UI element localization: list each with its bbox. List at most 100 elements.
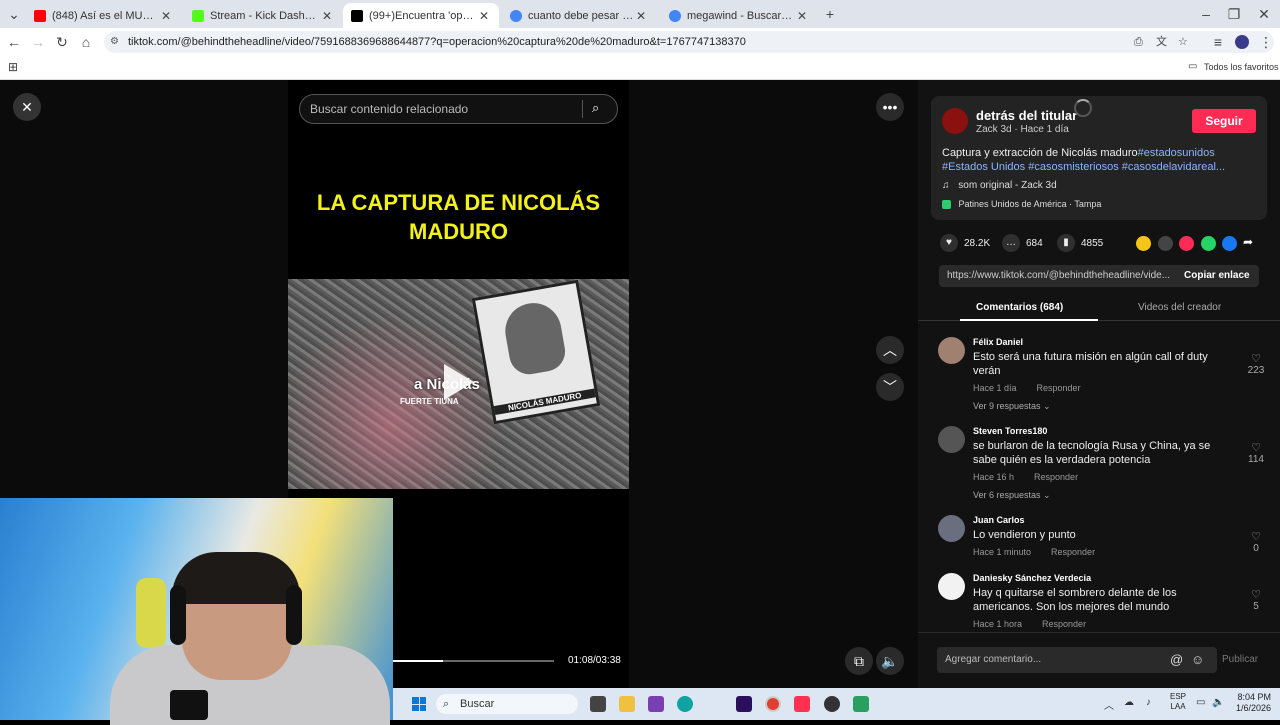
comment-input[interactable]: Agregar comentario... @ ☺ [937,647,1217,673]
folder-icon: ▭ [1188,61,1198,72]
tab-creator-videos[interactable]: Videos del creador [1138,302,1221,313]
tray-mic-icon[interactable]: ♪ [1146,697,1151,708]
creator-name[interactable]: detrás del titular [976,108,1077,123]
site-info-icon[interactable]: ⚙ [110,31,119,53]
follow-button[interactable]: Seguir [1192,109,1256,133]
new-tab-button[interactable]: + [820,4,840,24]
browser-tab-tiktok[interactable]: (99+)Encuentra 'operacion captura de mad… [343,3,499,28]
comment-stat[interactable]: … 684 [1002,234,1043,252]
pip-icon[interactable]: ⧉ [845,647,873,675]
address-bar[interactable]: ⚙ tiktok.com/@behindtheheadline/video/75… [104,31,1274,53]
volume-icon[interactable]: 🔈 [876,647,904,675]
forward-arrow-icon[interactable]: → [28,32,48,52]
system-clock[interactable]: 8:04 PM 1/6/2026 [1236,692,1271,714]
tray-chevron-up-icon[interactable]: ︿ [1104,697,1114,712]
close-icon[interactable]: ✕ [477,9,491,23]
copy-link-button[interactable]: Copiar enlace [1184,270,1250,281]
premiere-icon[interactable] [736,696,752,712]
more-options-icon[interactable]: ••• [876,93,904,121]
close-icon[interactable]: ✕ [320,9,334,23]
commenter-name[interactable]: Félix Daniel [973,337,1023,347]
file-explorer-icon[interactable] [619,696,635,712]
install-icon[interactable]: ⎙ [1134,31,1143,53]
close-icon[interactable]: ✕ [159,9,173,23]
menu-kebab-icon[interactable]: ⋮ [1256,32,1276,52]
window-close-icon[interactable]: ✕ [1254,4,1274,24]
obs-icon[interactable] [824,696,840,712]
network-icon[interactable]: ☁ [1124,697,1134,708]
translate-icon[interactable]: 文 [1156,31,1167,53]
browser-tab-kick[interactable]: Stream - Kick Dashboard ✕ [184,3,342,28]
speaker-icon[interactable]: 🔈 [1212,697,1224,708]
apps-grid-icon[interactable]: ⊞ [8,60,18,74]
back-arrow-icon[interactable]: ← [4,32,24,52]
reply-button[interactable]: Responder [1042,619,1086,629]
comment-like[interactable]: ♡ 223 [1244,352,1268,376]
profile-avatar[interactable] [1235,35,1249,49]
comment-like[interactable]: ♡ 5 [1244,588,1268,612]
reply-button[interactable]: Responder [1034,472,1078,482]
play-icon[interactable] [444,364,474,400]
commenter-avatar[interactable] [938,573,965,600]
like-stat[interactable]: ♥ 28.2K [940,234,990,252]
restore-icon[interactable]: ❐ [1224,4,1244,24]
media-icon[interactable]: ≡ [1208,32,1228,52]
tab-list-chevron-icon[interactable]: ⌄ [4,4,24,24]
comment-like[interactable]: ♡ 114 [1244,441,1268,465]
whatsapp-icon[interactable] [1201,236,1216,251]
tab-comments[interactable]: Comentarios (684) [976,302,1063,313]
edge-icon[interactable] [677,696,693,712]
creator-avatar[interactable] [942,108,968,134]
related-search-input[interactable]: Buscar contenido relacionado [299,94,618,124]
language-indicator[interactable]: ESP LAA [1170,692,1186,712]
browser-tab-google-2[interactable]: megawind - Buscar con Google ✕ [661,3,817,28]
next-video-chevron-down-icon[interactable]: ﹀ [876,373,904,401]
facebook-icon[interactable] [1222,236,1237,251]
bookmark-star-icon[interactable]: ☆ [1178,31,1188,53]
view-replies-link[interactable]: Ver 6 respuestas ⌄ [973,490,1051,501]
coin-share-icon[interactable] [1136,236,1151,251]
commenter-name[interactable]: Juan Carlos [973,515,1025,525]
browser-tab-youtube[interactable]: (848) Así es el MUNDO de HARRY ✕ [26,3,181,28]
close-icon[interactable]: ✕ [795,9,809,23]
reply-button[interactable]: Responder [1051,547,1095,557]
embed-icon[interactable] [1158,236,1173,251]
reload-icon[interactable]: ↻ [52,32,72,52]
store-icon[interactable] [648,696,664,712]
emoji-icon[interactable]: ☺ [1191,647,1204,673]
commenter-avatar[interactable] [938,515,965,542]
notepad-icon[interactable] [853,696,869,712]
location-row[interactable]: Patines Unidos de América · Tampa [942,199,1101,210]
previous-video-chevron-up-icon[interactable]: ︿ [876,336,904,364]
mention-icon[interactable]: @ [1170,647,1183,673]
comment-like[interactable]: ♡ 0 [1244,530,1268,554]
clock-time: 8:04 PM [1237,692,1272,702]
close-icon[interactable]: ✕ [634,9,648,23]
browser-tab-google-1[interactable]: cuanto debe pesar uno segun la estatura … [502,3,656,28]
keyboard-layout: LAA [1170,702,1186,711]
close-video-icon[interactable]: ✕ [13,93,41,121]
commenter-name[interactable]: Steven Torres180 [973,426,1047,436]
send-icon[interactable] [1179,236,1194,251]
taskbar-search[interactable]: ⌕ Buscar [436,694,578,714]
portrait-face [500,298,569,378]
home-icon[interactable]: ⌂ [76,32,96,52]
monitor-icon[interactable]: ▭ [1196,697,1205,708]
reply-button[interactable]: Responder [1037,383,1081,393]
commenter-avatar[interactable] [938,337,965,364]
commenter-name[interactable]: Daniesky Sánchez Verdecia [973,573,1091,583]
task-view-icon[interactable] [590,696,606,712]
all-bookmarks-link[interactable]: Todos los favoritos [1204,62,1279,72]
windows-start-icon[interactable] [412,697,426,711]
commenter-avatar[interactable] [938,426,965,453]
minimize-icon[interactable]: – [1196,4,1216,24]
search-icon[interactable]: ⌕ [592,100,599,116]
share-arrow-icon[interactable]: ➦ [1243,235,1253,249]
publish-button[interactable]: Publicar [1222,654,1258,665]
music-app-icon[interactable] [794,696,810,712]
sound-row[interactable]: ♫ som original - Zack 3d [942,180,1057,191]
chrome-icon[interactable] [765,696,781,712]
video-progress-bar[interactable] [393,660,554,662]
view-replies-link[interactable]: Ver 9 respuestas ⌄ [973,401,1051,412]
save-stat[interactable]: ▮ 4855 [1057,234,1103,252]
